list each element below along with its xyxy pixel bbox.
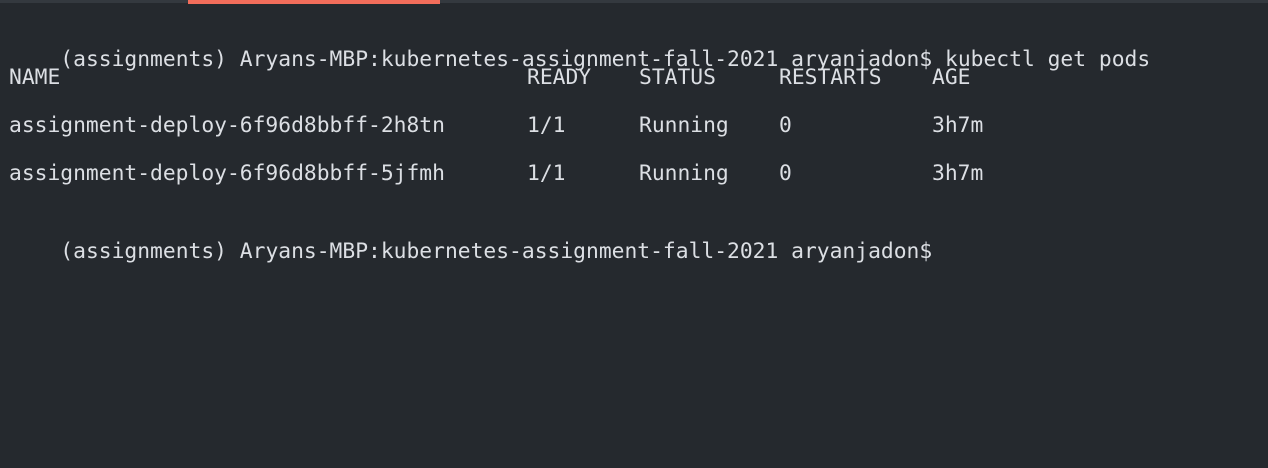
command-line: (assignments) Aryans-MBP:kubernetes-assi…: [9, 15, 1150, 72]
column-header-age: AGE: [932, 65, 971, 90]
pod-ready: 1/1: [527, 113, 566, 138]
pod-ready: 1/1: [527, 161, 566, 186]
column-header-ready: READY: [527, 65, 592, 90]
pod-name: assignment-deploy-6f96d8bbff-2h8tn: [9, 113, 445, 138]
column-header-name: NAME: [9, 65, 61, 90]
terminal-window[interactable]: (assignments) Aryans-MBP:kubernetes-assi…: [0, 0, 1268, 468]
pod-age: 3h7m: [932, 161, 984, 186]
table-row: assignment-deploy-6f96d8bbff-2h8tn 1/1 R…: [0, 111, 1268, 141]
pod-status: Running: [639, 113, 729, 138]
current-prompt-line[interactable]: (assignments) Aryans-MBP:kubernetes-assi…: [9, 207, 933, 264]
pod-age: 3h7m: [932, 113, 984, 138]
active-tab-indicator[interactable]: [188, 0, 440, 4]
column-header-status: STATUS: [639, 65, 716, 90]
pod-restarts: 0: [779, 161, 792, 186]
column-header-restarts: RESTARTS: [779, 65, 882, 90]
pod-name: assignment-deploy-6f96d8bbff-5jfmh: [9, 161, 445, 186]
pod-status: Running: [639, 161, 729, 186]
table-row: assignment-deploy-6f96d8bbff-5jfmh 1/1 R…: [0, 159, 1268, 189]
pod-restarts: 0: [779, 113, 792, 138]
table-header-row: NAME READY STATUS RESTARTS AGE: [0, 63, 1268, 93]
shell-prompt: (assignments) Aryans-MBP:kubernetes-assi…: [60, 239, 933, 264]
